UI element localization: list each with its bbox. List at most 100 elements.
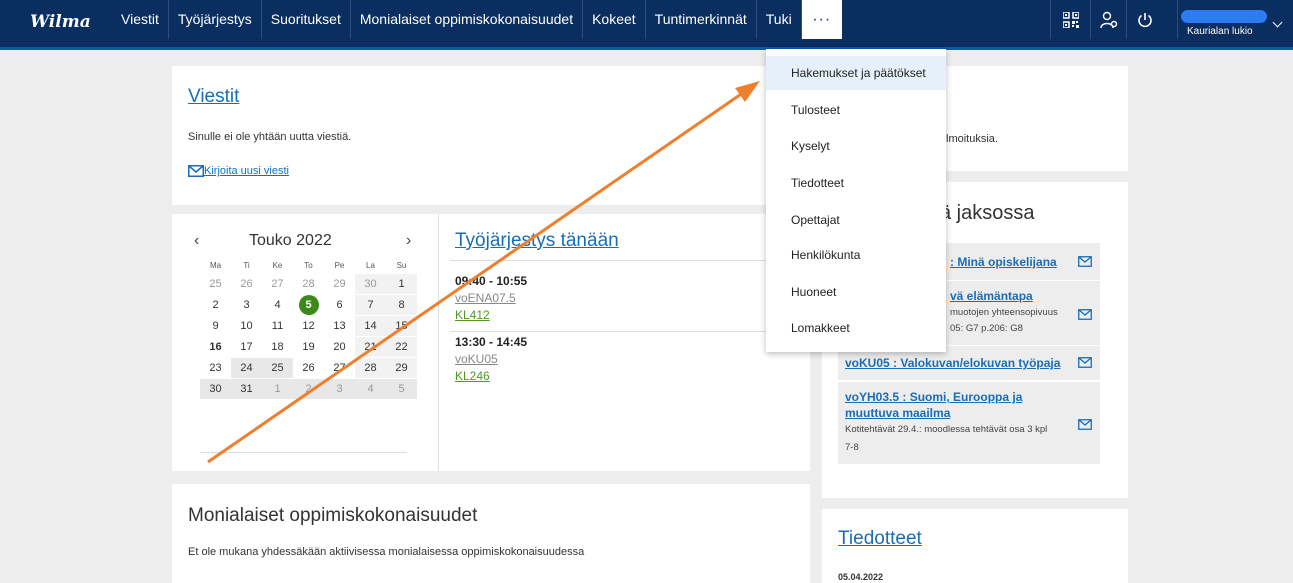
lesson-time: 13:30 - 14:45 xyxy=(455,335,528,349)
course-homework: 7-8 xyxy=(845,442,859,453)
envelope-icon[interactable] xyxy=(1078,254,1092,272)
course-homework: muotojen yhteensopivuus xyxy=(950,307,1058,318)
viestit-title[interactable]: Viestit xyxy=(188,86,239,108)
menu-item-tiedotteet[interactable]: Tiedotteet xyxy=(766,166,946,200)
calendar-day[interactable]: 25 xyxy=(200,274,231,294)
course-link[interactable]: vä elämäntapa xyxy=(950,289,1033,303)
calendar-day[interactable]: 31 xyxy=(231,379,262,399)
calendar-day[interactable]: 1 xyxy=(386,274,417,294)
wilma-logo[interactable]: Wilma xyxy=(30,12,91,32)
logout-button[interactable] xyxy=(1126,0,1162,39)
new-message-link[interactable]: Kirjoita uusi viesti xyxy=(188,165,289,177)
nav-item-tuki[interactable]: Tuki xyxy=(757,0,802,39)
calendar-bottom-rule xyxy=(200,452,407,453)
top-navigation-bar: Wilma Viestit Työjärjestys Suoritukset M… xyxy=(0,0,1293,50)
calendar-day[interactable]: 12 xyxy=(293,316,324,336)
calendar-day[interactable]: 21 xyxy=(355,337,386,357)
calendar-day[interactable]: 4 xyxy=(355,379,386,399)
power-icon xyxy=(1137,12,1152,27)
course-link[interactable]: voYH03.5 : Suomi, Eurooppa ja xyxy=(845,390,1022,404)
calendar-day[interactable]: 26 xyxy=(231,274,262,294)
course-link[interactable]: : Minä opiskelijana xyxy=(950,255,1057,269)
calendar-day[interactable]: 28 xyxy=(355,358,386,378)
calendar-day[interactable]: 8 xyxy=(386,295,417,315)
envelope-icon[interactable] xyxy=(1078,417,1092,435)
nav-item-tuntimerkinnat[interactable]: Tuntimerkinnät xyxy=(646,0,757,39)
monialaiset-panel xyxy=(172,484,810,583)
calendar-day[interactable]: 15 xyxy=(386,316,417,336)
nav-item-viestit[interactable]: Viestit xyxy=(112,0,169,39)
envelope-icon[interactable] xyxy=(1078,355,1092,373)
calendar-day[interactable]: 10 xyxy=(231,316,262,336)
menu-item-opettajat[interactable]: Opettajat xyxy=(766,203,946,237)
user-menu[interactable]: Kaurialan lukio xyxy=(1177,0,1293,39)
nav-item-tyojarjestys[interactable]: Työjärjestys xyxy=(169,0,262,39)
day-header: To xyxy=(304,261,313,270)
tiedote-date: 05.04.2022 xyxy=(838,572,884,582)
calendar-day[interactable]: 24 xyxy=(231,358,262,378)
calendar-day[interactable]: 17 xyxy=(231,337,262,357)
redacted-username xyxy=(1181,10,1267,23)
calendar-day[interactable]: 19 xyxy=(293,337,324,357)
nav-item-kokeet[interactable]: Kokeet xyxy=(583,0,646,39)
calendar-day[interactable]: 2 xyxy=(200,295,231,315)
menu-item-lomakkeet[interactable]: Lomakkeet xyxy=(766,311,946,345)
calendar-day[interactable]: 30 xyxy=(355,274,386,294)
lesson-divider xyxy=(450,331,805,332)
calendar-day[interactable]: 1 xyxy=(262,379,293,399)
calendar-day[interactable]: 6 xyxy=(324,295,355,315)
menu-item-huoneet[interactable]: Huoneet xyxy=(766,275,946,309)
calendar-day[interactable]: 3 xyxy=(231,295,262,315)
calendar-next-button[interactable]: › xyxy=(406,232,411,250)
calendar-day[interactable]: 3 xyxy=(324,379,355,399)
calendar-prev-button[interactable]: ‹ xyxy=(194,232,199,250)
more-menu-dropdown: Hakemukset ja päätökset Tulosteet Kysely… xyxy=(766,49,946,352)
calendar-day[interactable]: 4 xyxy=(262,295,293,315)
calendar-day[interactable]: 2 xyxy=(293,379,324,399)
envelope-icon[interactable] xyxy=(1078,307,1092,325)
qr-code-button[interactable] xyxy=(1050,0,1090,39)
schedule-title[interactable]: Työjärjestys tänään xyxy=(455,230,619,252)
calendar-day[interactable]: 20 xyxy=(324,337,355,357)
nav-item-suoritukset[interactable]: Suoritukset xyxy=(262,0,351,39)
calendar-day[interactable]: 14 xyxy=(355,316,386,336)
calendar-day[interactable]: 25 xyxy=(262,358,293,378)
role-settings-button[interactable] xyxy=(1090,0,1126,39)
notices-text: lmoituksia. xyxy=(946,133,998,145)
course-link-line2[interactable]: muuttuva maailma xyxy=(845,406,950,420)
calendar-day[interactable]: 7 xyxy=(355,295,386,315)
lesson-room-link[interactable]: KL246 xyxy=(455,369,490,383)
calendar-day[interactable]: 23 xyxy=(200,358,231,378)
menu-item-kyselyt[interactable]: Kyselyt xyxy=(766,129,946,163)
menu-item-hakemukset[interactable]: Hakemukset ja päätökset xyxy=(766,56,946,90)
calendar-day-today[interactable]: 5 xyxy=(293,295,324,315)
calendar-day[interactable]: 29 xyxy=(386,358,417,378)
lesson-course-link[interactable]: voENA07.5 xyxy=(455,291,516,305)
more-menu-button[interactable]: ··· xyxy=(801,0,842,39)
course-link[interactable]: voKU05 : Valokuvan/elokuvan työpaja xyxy=(845,356,1060,370)
calendar-day[interactable]: 9 xyxy=(200,316,231,336)
calendar-day[interactable]: 13 xyxy=(324,316,355,336)
day-header: Ke xyxy=(272,261,283,270)
calendar-day[interactable]: 5 xyxy=(386,379,417,399)
calendar-day[interactable]: 11 xyxy=(262,316,293,336)
lesson-course-link[interactable]: voKU05 xyxy=(455,352,498,366)
menu-item-henkilokunta[interactable]: Henkilökunta xyxy=(766,238,946,272)
tiedotteet-title[interactable]: Tiedotteet xyxy=(838,528,922,550)
calendar-day[interactable]: 27 xyxy=(262,274,293,294)
calendar-day[interactable]: 22 xyxy=(386,337,417,357)
user-settings-icon xyxy=(1099,11,1117,28)
lesson-room-link[interactable]: KL412 xyxy=(455,308,490,322)
course-item[interactable]: voYH03.5 : Suomi, Eurooppa ja muuttuva m… xyxy=(838,382,1100,464)
school-name: Kaurialan lukio xyxy=(1187,26,1253,37)
monialaiset-title: Monialaiset oppimiskokonaisuudet xyxy=(188,505,478,526)
calendar-day[interactable]: 26 xyxy=(293,358,324,378)
menu-item-tulosteet[interactable]: Tulosteet xyxy=(766,93,946,127)
calendar-day[interactable]: 30 xyxy=(200,379,231,399)
nav-item-monialaiset[interactable]: Monialaiset oppimiskokonaisuudet xyxy=(351,0,584,39)
calendar-day[interactable]: 28 xyxy=(293,274,324,294)
calendar-day[interactable]: 18 xyxy=(262,337,293,357)
calendar-day[interactable]: 27 xyxy=(324,358,355,378)
calendar-day[interactable]: 29 xyxy=(324,274,355,294)
calendar-day[interactable]: 16 xyxy=(200,337,231,357)
